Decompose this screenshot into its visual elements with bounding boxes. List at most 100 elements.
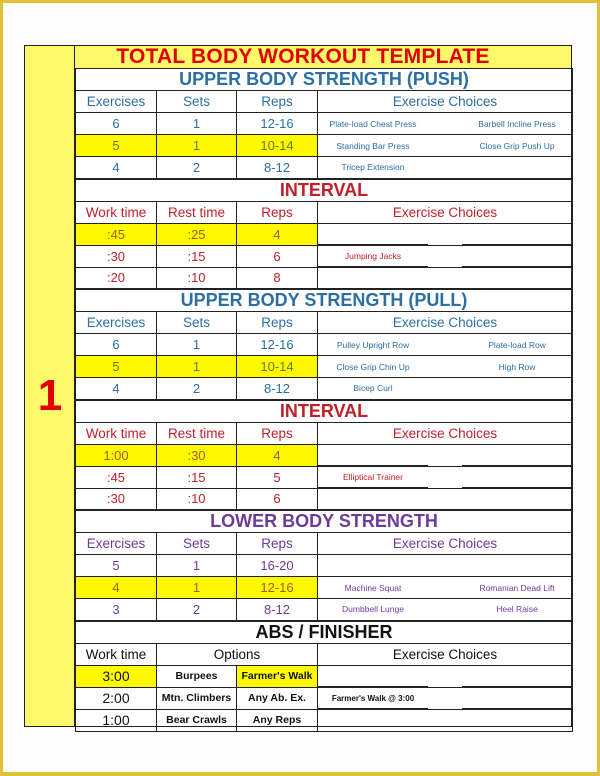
exercise-choice: Close Grip Chin Up	[336, 361, 410, 372]
exercise-choice	[319, 489, 428, 509]
col-header: Exercise Choices	[316, 532, 574, 555]
exercise-choice: Standing Bar Press	[336, 140, 410, 151]
rest-time-cell: :15	[156, 244, 237, 268]
col-header: Sets	[156, 532, 237, 555]
exercise-choice	[462, 688, 571, 709]
exercise-choice: Tricep Extension	[341, 162, 405, 173]
col-header: Exercises	[75, 90, 157, 113]
option-cell: Any Ab. Ex.	[236, 686, 318, 710]
reps-cell: 8	[236, 266, 318, 290]
section-header-push: UPPER BODY STRENGTH (PUSH)	[74, 68, 574, 91]
reps-cell: 10-14	[236, 134, 318, 157]
reps-cell: 12-16	[236, 112, 318, 135]
exercise-choice	[462, 379, 571, 399]
section-header-pull: UPPER BODY STRENGTH (PULL)	[74, 288, 574, 312]
exercise-choices-cell	[316, 664, 574, 687]
exercise-choices-cell: Tricep Extension	[316, 156, 574, 179]
exercise-choice: High Row	[498, 361, 536, 372]
work-time-cell: 1:00	[75, 443, 157, 467]
rest-time-cell: :15	[156, 465, 237, 489]
sets-cell: 1	[156, 355, 237, 378]
reps-cell: 10-14	[236, 355, 318, 378]
exercises-cell: 5	[75, 355, 157, 378]
sets-cell: 1	[156, 134, 237, 157]
side-bar: 1	[25, 46, 75, 726]
exercise-choice: Plate-load Row	[488, 339, 546, 350]
exercise-choice	[462, 489, 571, 509]
exercise-choice	[462, 268, 571, 288]
exercise-choice	[462, 246, 571, 267]
work-time-cell: :20	[75, 266, 157, 290]
col-header: Reps	[236, 421, 318, 445]
exercise-choice: Dumbbell Lunge	[342, 604, 404, 615]
workout-sheet: 1 TOTAL BODY WORKOUT TEMPLATE UPPER BODY…	[24, 45, 574, 732]
table-row: :30 :10 6	[75, 487, 574, 511]
page-title-text: TOTAL BODY WORKOUT TEMPLATE	[116, 45, 490, 68]
exercise-choice	[462, 556, 571, 577]
table-row: 3 2 8-12 Dumbbell Lunge Heel Raise	[75, 598, 574, 621]
exercise-choice	[319, 666, 428, 687]
table-row: 1:00 Bear Crawls Any Reps	[75, 708, 574, 732]
exercise-choice	[319, 556, 428, 577]
table-row: :30 :15 6 Jumping Jacks	[75, 244, 574, 268]
exercise-choice	[462, 224, 571, 245]
reps-cell: 12-16	[236, 576, 318, 599]
column-header-row: Exercises Sets Reps Exercise Choices	[75, 532, 574, 555]
exercises-cell: 5	[75, 134, 157, 157]
exercise-choices-cell	[316, 266, 574, 290]
exercises-cell: 4	[75, 576, 157, 599]
work-time-cell: :45	[75, 465, 157, 489]
exercise-choice: Plate-load Chest Press	[329, 118, 417, 129]
exercise-choices-cell	[316, 487, 574, 511]
table-row-highlighted: 5 1 10-14 Standing Bar Press Close Grip …	[75, 134, 574, 157]
reps-cell: 12-16	[236, 333, 318, 356]
table-row: 2:00 Mtn. Climbers Any Ab. Ex. Farmer's …	[75, 686, 574, 710]
exercise-choice	[319, 268, 428, 288]
rest-time-cell: :10	[156, 487, 237, 511]
col-header: Exercise Choices	[316, 200, 574, 224]
exercise-choices-cell	[316, 222, 574, 245]
page-number: 1	[37, 371, 63, 420]
table-row: 3:00 Burpees Farmer's Walk	[75, 664, 574, 688]
column-header-row: Work time Rest time Reps Exercise Choice…	[75, 421, 574, 445]
exercise-choice: Elliptical Trainer	[343, 472, 403, 482]
col-header: Rest time	[156, 421, 237, 445]
work-time-cell: :45	[75, 222, 157, 246]
workout-grid: UPPER BODY STRENGTH (PUSH) Exercises Set…	[74, 68, 574, 732]
exercise-choice: Machine Squat	[344, 582, 402, 593]
option-cell: Burpees	[156, 664, 237, 688]
column-header-row: Exercises Sets Reps Exercise Choices	[75, 90, 574, 113]
exercise-choice: Barbell Incline Press	[478, 118, 556, 129]
reps-cell: 16-20	[236, 554, 318, 577]
col-header: Exercises	[75, 532, 157, 555]
rest-time-cell: :30	[156, 443, 237, 467]
table-row-highlighted: 5 1 10-14 Close Grip Chin Up High Row	[75, 355, 574, 378]
reps-cell: 4	[236, 222, 318, 246]
exercise-choices-cell: Pulley Upright Row Plate-load Row	[316, 333, 574, 356]
rest-time-cell: :10	[156, 266, 237, 290]
section-title: UPPER BODY STRENGTH (PUSH)	[74, 68, 574, 91]
exercise-choice	[319, 445, 428, 466]
option-cell: Farmer's Walk	[236, 664, 318, 688]
work-time-cell: 1:00	[75, 708, 157, 732]
exercise-choice: Farmer's Walk @ 3:00	[331, 693, 415, 703]
option-cell: Mtn. Climbers	[156, 686, 237, 710]
exercises-cell: 4	[75, 377, 157, 400]
reps-cell: 5	[236, 465, 318, 489]
table-row-highlighted: 1:00 :30 4	[75, 443, 574, 467]
option-cell: Bear Crawls	[156, 708, 237, 732]
exercise-choice: Close Grip Push Up	[479, 140, 555, 151]
table-row: :20 :10 8	[75, 266, 574, 290]
exercise-choice	[462, 467, 571, 488]
exercise-choices-cell: Dumbbell Lunge Heel Raise	[316, 598, 574, 621]
exercise-choice	[462, 445, 571, 466]
work-time-cell: 2:00	[75, 686, 157, 710]
section-header-lower: LOWER BODY STRENGTH	[74, 509, 574, 533]
section-title: ABS / FINISHER	[74, 619, 574, 644]
exercise-choices-cell	[316, 708, 574, 732]
col-header: Work time	[75, 421, 157, 445]
sets-cell: 1	[156, 576, 237, 599]
section-title: INTERVAL	[74, 177, 574, 202]
exercise-choice: Bicep Curl	[353, 383, 393, 394]
sets-cell: 1	[156, 112, 237, 135]
